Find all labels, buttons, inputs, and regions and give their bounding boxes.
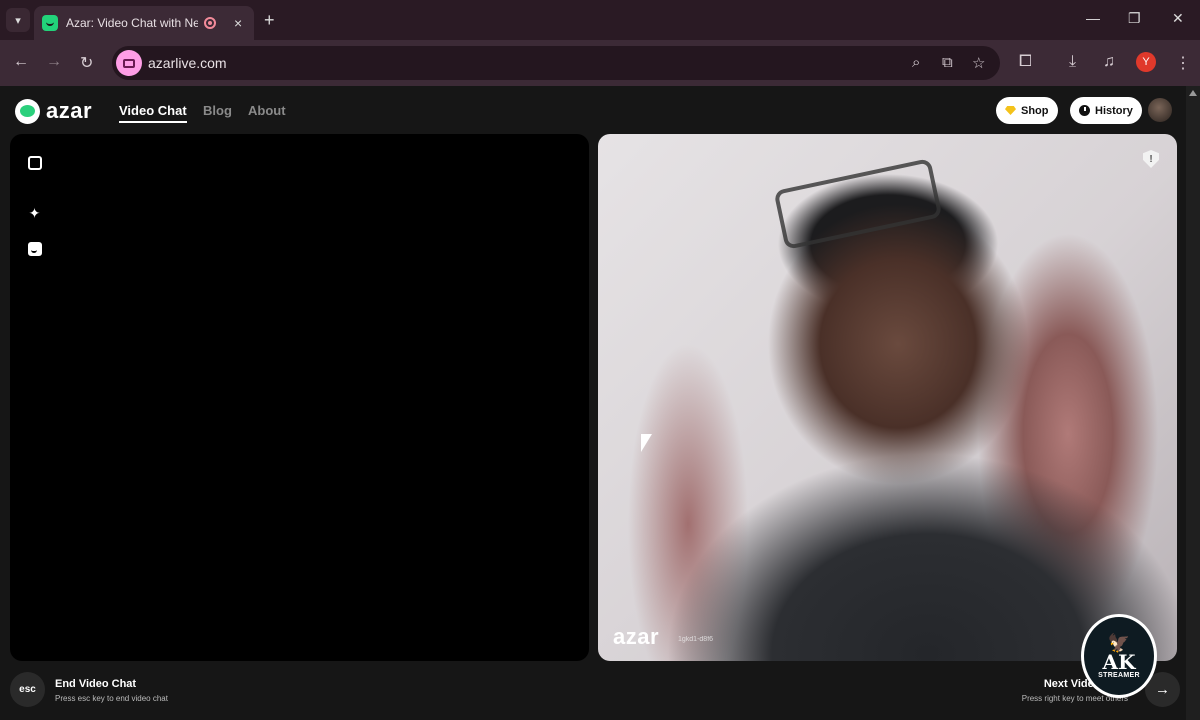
tab-close-button[interactable]: × xyxy=(234,15,242,31)
end-chat-esc-button[interactable]: esc xyxy=(10,672,45,707)
gem-icon xyxy=(1005,106,1016,115)
forward-button[interactable]: → xyxy=(46,53,62,71)
history-button[interactable]: History xyxy=(1070,97,1142,124)
video-watermark-id: 1gkd1-d8f6 xyxy=(678,636,714,643)
partner-video-panel: ! azar 1gkd1-d8f6 xyxy=(598,134,1177,661)
scroll-up-arrow-icon[interactable] xyxy=(1189,90,1197,96)
browser-tab[interactable]: Azar: Video Chat with New People × xyxy=(34,6,254,40)
reload-button[interactable]: ↻ xyxy=(80,53,93,73)
install-app-icon[interactable]: ⧉ xyxy=(942,54,953,71)
azar-logo-icon xyxy=(15,98,40,124)
recording-indicator-icon xyxy=(204,17,216,29)
bottom-action-bar: esc End Video Chat Press esc key to end … xyxy=(0,666,1186,720)
url-text[interactable]: azarlive.com xyxy=(148,55,227,71)
site-info-icon[interactable] xyxy=(116,50,142,76)
tab-search-button[interactable]: ▾ xyxy=(6,8,30,32)
sparkle-effects-icon[interactable]: ✦ xyxy=(26,205,43,222)
bookmark-star-icon[interactable]: ☆ xyxy=(972,54,985,72)
browser-tab-bar: ▾ Azar: Video Chat with New People × + —… xyxy=(0,0,1200,40)
new-tab-button[interactable]: + xyxy=(264,10,275,31)
browser-toolbar: ← → ↻ azarlive.com ⌕ ⧉ ☆ ⧠ ⤓ ♫ Y ⋮ xyxy=(0,40,1200,86)
azar-favicon-icon xyxy=(42,15,58,31)
badge-initials: AK xyxy=(1102,649,1136,674)
zoom-icon[interactable]: ⌕ xyxy=(912,54,920,71)
azar-page: azar Video Chat Blog About Shop History … xyxy=(0,86,1186,720)
eagle-icon: 🦅 xyxy=(1107,632,1131,653)
restore-button[interactable]: ❐ xyxy=(1128,10,1141,27)
extensions-icon[interactable]: ⧠ xyxy=(1019,53,1032,71)
address-bar[interactable]: azarlive.com ⌕ ⧉ ☆ xyxy=(112,46,1000,80)
close-window-button[interactable]: ✕ xyxy=(1172,10,1184,27)
self-video-panel: ✦ xyxy=(10,134,589,661)
end-chat-title: End Video Chat xyxy=(55,678,137,690)
azar-logo[interactable]: azar xyxy=(15,98,92,124)
badge-caption: STREAMER xyxy=(1098,671,1140,679)
nav-about[interactable]: About xyxy=(248,103,286,118)
nav-blog[interactable]: Blog xyxy=(203,103,232,118)
history-label: History xyxy=(1095,104,1133,117)
tab-title: Azar: Video Chat with New People xyxy=(66,16,198,30)
minimize-button[interactable]: — xyxy=(1086,10,1100,26)
page-scrollbar[interactable] xyxy=(1186,86,1200,720)
report-shield-icon[interactable]: ! xyxy=(1143,150,1159,168)
nav-video-chat[interactable]: Video Chat xyxy=(119,103,187,123)
video-watermark-logo: azar xyxy=(613,624,660,649)
media-control-icon[interactable]: ♫ xyxy=(1103,53,1115,71)
user-avatar[interactable] xyxy=(1148,98,1172,122)
logo-text: azar xyxy=(46,98,93,123)
back-button[interactable]: ← xyxy=(13,53,29,71)
clock-icon xyxy=(1079,105,1090,116)
menu-icon[interactable]: ⋮ xyxy=(1175,53,1191,73)
streamer-overlay-logo: 🦅 AK STREAMER xyxy=(1081,614,1157,698)
profile-avatar[interactable]: Y xyxy=(1136,52,1156,72)
shop-label: Shop xyxy=(1021,104,1049,117)
shop-button[interactable]: Shop xyxy=(996,97,1058,124)
downloads-icon[interactable]: ⤓ xyxy=(1069,53,1076,71)
sticker-face-icon[interactable] xyxy=(26,240,43,257)
mouse-cursor-icon xyxy=(641,434,652,452)
expand-icon[interactable] xyxy=(26,154,43,171)
video-feed-glasses xyxy=(773,158,943,250)
end-chat-subtitle: Press esc key to end video chat xyxy=(55,694,168,703)
